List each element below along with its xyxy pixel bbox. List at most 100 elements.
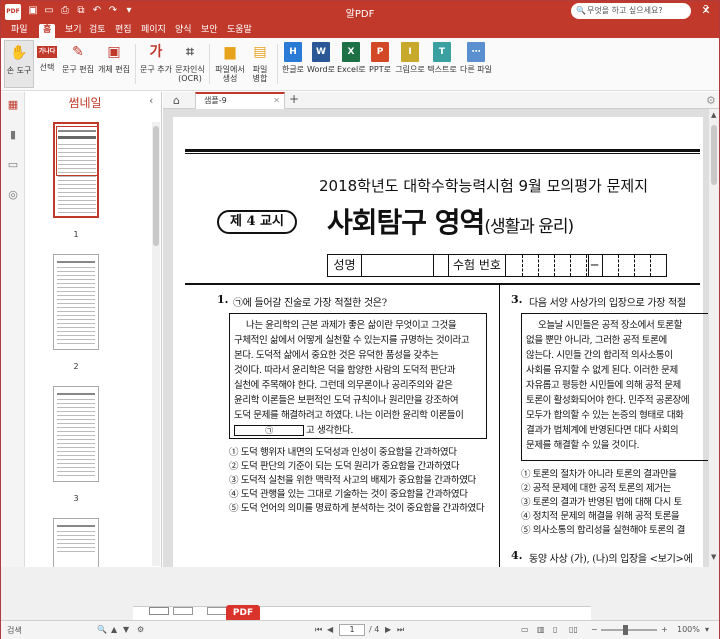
object-edit-button[interactable]: ▣ 개체 편집 (97, 40, 131, 88)
name-label: 성명 (328, 255, 362, 276)
question-1-option: ③ 도덕적 실천을 위한 맥락적 사고의 배제가 중요함을 간과하였다 (229, 475, 476, 486)
collapse-panel-icon[interactable]: ‹ (149, 94, 153, 107)
convert-ppt-button[interactable]: P PPT로 (367, 40, 393, 88)
menu-form[interactable]: 양식 (171, 24, 196, 38)
select-tool-button[interactable]: 가나다 선택 (35, 40, 59, 88)
zoom-slider[interactable] (601, 629, 657, 631)
question-3-option: ⑤ 의사소통의 합리성을 실현해야 토론의 결 (521, 525, 685, 536)
question-3-passage-box: 오늘날 시민들은 공적 장소에서 토론할 없을 뿐만 아니라, 그러한 공적 토… (521, 313, 708, 461)
thumbnails-icon[interactable]: ▦ (6, 98, 20, 112)
menu-help[interactable]: 도움말 (223, 24, 256, 38)
search-options-icon[interactable]: ⚙ (137, 625, 144, 634)
page-thumbnail-1[interactable] (53, 122, 99, 218)
help-icon[interactable]: ? (699, 3, 713, 17)
convert-text-button[interactable]: T 텍스트로 (427, 40, 457, 88)
next-result-icon[interactable]: ▼ (123, 625, 129, 634)
fit-page-icon[interactable]: ▭ (521, 625, 529, 634)
menu-file[interactable]: 파일 (7, 24, 32, 38)
prev-result-icon[interactable]: ▲ (111, 625, 117, 634)
search-input[interactable]: 🔍 무엇을 하고 싶으세요? (571, 3, 691, 19)
ocr-button[interactable]: ⌗ 문자인식 (OCR) (175, 40, 205, 88)
column-separator (499, 285, 500, 567)
thumbnail-panel-title: 썸네일 (68, 96, 102, 110)
add-text-icon: 가 (149, 44, 163, 60)
bookmark-icon[interactable]: ▮ (6, 128, 20, 142)
tab-document-label: 샘플-9 (204, 96, 227, 105)
menu-security[interactable]: 보안 (197, 24, 222, 38)
document-tabs: ⌂ 샘플-9 ✕ + ⚙ (163, 92, 719, 109)
create-from-file-button[interactable]: ▆ 파일에서 생성 (215, 40, 245, 88)
new-tab-button[interactable]: + (289, 92, 299, 106)
menu-view[interactable]: 보기 (61, 24, 86, 38)
thumbnail-scrollbar[interactable] (152, 122, 160, 566)
menu-review[interactable]: 검토 (85, 24, 110, 38)
page-number-label: 2 (73, 362, 79, 371)
zoom-menu-icon[interactable]: ▾ (705, 625, 709, 634)
zoom-slider-handle[interactable] (623, 625, 628, 635)
pdf-page: 2018학년도 대학수학능력시험 9월 모의평가 문제지 제 4 교시 사회탐구… (173, 117, 708, 567)
two-page-icon[interactable]: ▯▯ (569, 625, 578, 634)
question-3-option: ④ 정치적 문제의 해결을 위해 공적 토론을 (521, 511, 680, 522)
app-window: PDF ▣ ▭ ⎙ ⧉ ↶ ↷ ▾ 알PDF ─ ☐ ✕ 파일 홈 보기 검토 … (0, 0, 720, 639)
convert-excel-button[interactable]: X Excel로 (337, 40, 366, 88)
menu-edit[interactable]: 편집 (111, 24, 136, 38)
text-edit-button[interactable]: ✎ 문구 편집 (61, 40, 95, 88)
id-label: 수험 번호 (448, 255, 506, 276)
convert-word-button[interactable]: W Word로 (307, 40, 335, 88)
scroll-thumb[interactable] (711, 125, 717, 185)
convert-other-button[interactable]: ⋯ 다른 파일 (459, 40, 493, 88)
close-tab-icon[interactable]: ✕ (273, 94, 280, 107)
next-page-icon[interactable]: ▶ (385, 625, 391, 634)
ribbon-separator (135, 44, 136, 84)
fit-width-icon[interactable]: ▥ (537, 625, 545, 634)
menu-page[interactable]: 페이지 (137, 24, 170, 38)
merge-files-button[interactable]: ▤ 파일 병합 (247, 40, 273, 88)
convert-image-button[interactable]: I 그림으로 (395, 40, 425, 88)
page-thumbnail-4[interactable] (53, 518, 99, 568)
zoom-out-icon[interactable]: − (591, 625, 598, 634)
question-4-number: 4. (511, 549, 523, 562)
page-number-label: 3 (73, 494, 79, 503)
document-viewport[interactable]: 2018학년도 대학수학능력시험 9월 모의평가 문제지 제 4 교시 사회탐구… (163, 109, 708, 567)
question-1-number: 1. (217, 293, 229, 306)
search-panel-icon[interactable]: ◎ (6, 188, 20, 202)
status-search-label[interactable]: 검색 (7, 625, 22, 636)
question-3-number: 3. (511, 293, 523, 306)
hand-icon: ✋ (10, 45, 28, 61)
add-text-button[interactable]: 가 문구 추가 (139, 40, 173, 88)
single-page-icon[interactable]: ▯ (553, 625, 557, 634)
tab-document[interactable]: 샘플-9 ✕ (195, 92, 285, 109)
question-4-text: 동양 사상 (가), (나)의 입장을 <보기>에 (529, 554, 693, 565)
zoom-in-icon[interactable]: + (661, 625, 668, 634)
question-1-option: ⑤ 도덕 언어의 의미를 명료하게 분석하는 것이 중요함을 간과하였다 (229, 503, 485, 514)
question-1-option: ① 도덕 행위자 내면의 도덕성과 인성이 중요함을 간과하였다 (229, 447, 457, 458)
page-icon (149, 607, 169, 615)
hand-tool-button[interactable]: ✋ 손 도구 (4, 40, 34, 88)
ocr-icon: ⌗ (186, 44, 194, 60)
header-rule (185, 283, 700, 285)
menu-home[interactable]: 홈 (39, 24, 56, 38)
scroll-down-icon[interactable]: ▼ (711, 553, 716, 561)
scroll-up-icon[interactable]: ▲ (711, 111, 716, 119)
hwp-file-icon: H (284, 42, 302, 62)
zoom-search-icon[interactable]: 🔍 (97, 625, 107, 634)
convert-hwp-button[interactable]: H 한글로 (281, 40, 305, 88)
page-input[interactable]: 1 (339, 624, 365, 636)
comment-icon[interactable]: ▭ (6, 158, 20, 172)
text-edit-icon: ✎ (72, 44, 84, 60)
zoom-level[interactable]: 100% (677, 625, 700, 634)
document-scrollbar[interactable]: ▲ ▼ (708, 109, 719, 567)
answer-blank: ㉠ (234, 425, 304, 436)
search-icon: 🔍 (576, 6, 586, 15)
ppt-file-icon: P (371, 42, 389, 62)
prev-page-icon[interactable]: ◀ (327, 625, 333, 634)
gear-icon[interactable]: ⚙ (706, 94, 716, 107)
question-1-option: ② 도덕 판단의 기준이 되는 도덕 원리가 중요함을 간과하였다 (229, 461, 460, 472)
home-tab-icon[interactable]: ⌂ (173, 94, 189, 107)
last-page-icon[interactable]: ⏭ (397, 625, 404, 635)
search-placeholder: 무엇을 하고 싶으세요? (587, 6, 663, 15)
page-thumbnail-3[interactable] (53, 386, 99, 482)
page-thumbnail-2[interactable] (53, 254, 99, 350)
first-page-icon[interactable]: ⏮ (315, 625, 322, 635)
status-bar: 검색 🔍 ▲ ▼ ⚙ ⏮ ◀ 1 / 4 ▶ ⏭ ▭ ▥ ▯ ▯▯ − + 10… (1, 620, 719, 639)
